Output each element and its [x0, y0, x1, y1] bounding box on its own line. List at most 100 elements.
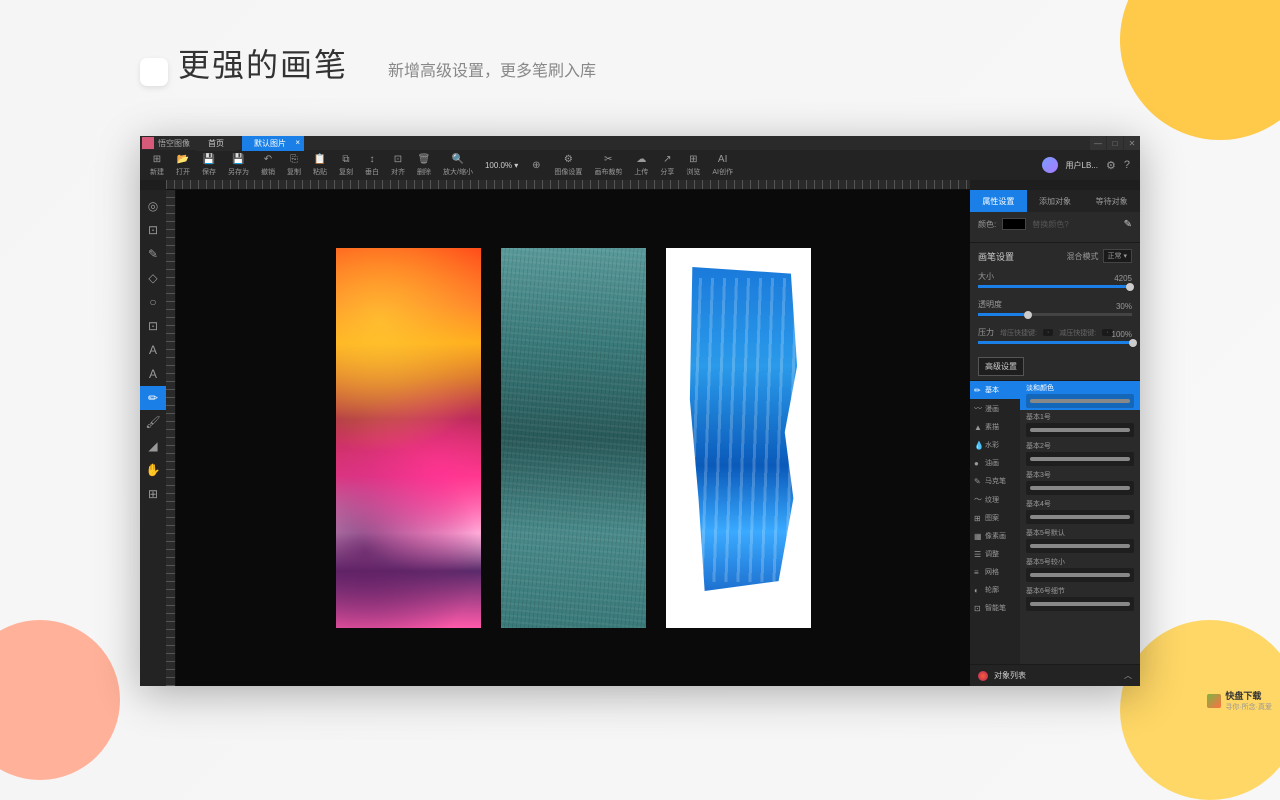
help-icon[interactable]: ?: [1124, 159, 1130, 171]
size-label: 大小: [978, 271, 1132, 282]
toolbar-分享[interactable]: ↗分享: [654, 152, 680, 178]
user-label[interactable]: 用户LB...: [1066, 160, 1098, 171]
toolbar-图像设置[interactable]: ⚙图像设置: [548, 152, 588, 178]
tool-ellipse[interactable]: ○: [140, 290, 166, 314]
pressure-dec-label: 减压快捷键:: [1059, 328, 1096, 338]
app-window: 悟空图像 首页 默认图片 × — □ ✕ ⊞新建📂打开💾保存💾另存为↶撤销⎘复制…: [140, 136, 1140, 686]
watermark-tagline: 寻你·所念·真爱: [1225, 702, 1272, 712]
canvas-area[interactable]: [176, 190, 970, 686]
brush-淡和颜色[interactable]: 淡和颜色: [1020, 381, 1140, 410]
pressure-value: 100%: [1112, 330, 1132, 339]
artwork-1[interactable]: [336, 248, 481, 628]
window-maximize[interactable]: □: [1107, 136, 1123, 150]
brush-cat-纹理[interactable]: 〜纹理: [970, 490, 1020, 509]
brush-基本1号[interactable]: 基本1号: [1020, 410, 1140, 439]
brush-基本3号[interactable]: 基本3号: [1020, 468, 1140, 497]
tool-brush[interactable]: ✏: [140, 386, 166, 410]
brush-cat-基本[interactable]: ✏基本: [970, 381, 1020, 399]
tool-hand[interactable]: ✋: [140, 458, 166, 482]
toolbar-另存为[interactable]: 💾另存为: [222, 152, 255, 178]
artwork-2[interactable]: [501, 248, 646, 628]
toolbar: ⊞新建📂打开💾保存💾另存为↶撤销⎘复制📋粘贴⧉复刻↕垂白⊡对齐🗑删除🔍放大/缩小…: [140, 150, 1140, 180]
toolbar-删除[interactable]: 🗑删除: [411, 152, 437, 178]
brush-categories: ✏基本〰漫画▲素描💧水彩●油画✎马克笔〜纹理⊞图案▦像素画☰调整≡网格◐轮廓⊡智…: [970, 381, 1020, 664]
toolbar-复制[interactable]: ⎘复制: [281, 152, 307, 178]
window-close[interactable]: ✕: [1124, 136, 1140, 150]
brush-cat-油画[interactable]: ●油画: [970, 454, 1020, 472]
opacity-label: 透明度: [978, 299, 1132, 310]
app-logo: [142, 137, 154, 149]
brush-cat-素描[interactable]: ▲素描: [970, 418, 1020, 436]
toolbar-垂白[interactable]: ↕垂白: [359, 152, 385, 178]
brush-cat-图案[interactable]: ⊞图案: [970, 509, 1020, 527]
size-value: 4205: [1114, 274, 1132, 283]
tool-select[interactable]: ⊡: [140, 218, 166, 242]
tool-gradient[interactable]: ◢: [140, 434, 166, 458]
promo-title: 更强的画笔: [178, 47, 348, 83]
advanced-settings-button[interactable]: 高级设置: [978, 357, 1024, 376]
brush-cat-漫画[interactable]: 〰漫画: [970, 399, 1020, 418]
blend-mode-select[interactable]: 正常 ▾: [1103, 249, 1132, 263]
toolbar-上传[interactable]: ☁上传: [628, 152, 654, 178]
brush-基本5号较小[interactable]: 基本5号较小: [1020, 555, 1140, 584]
panel-tab-wait[interactable]: 等待对象: [1083, 190, 1140, 212]
color-swatch[interactable]: [1002, 218, 1026, 230]
tool-crop[interactable]: ⊡: [140, 314, 166, 338]
tab-close-icon[interactable]: ×: [295, 138, 300, 147]
toolbar-画布裁剪[interactable]: ✂画布裁剪: [588, 152, 628, 178]
pressure-inc-hotkey[interactable]: ·: [1043, 329, 1053, 336]
toolbar-放大/缩小[interactable]: 🔍放大/缩小: [437, 152, 479, 178]
blend-mode-label: 混合模式: [1067, 251, 1099, 262]
pressure-inc-label: 增压快捷键:: [1000, 328, 1037, 338]
brush-cat-马克笔[interactable]: ✎马克笔: [970, 472, 1020, 490]
brush-cat-网格[interactable]: ≡网格: [970, 563, 1020, 581]
toolbar-粘贴[interactable]: 📋粘贴: [307, 152, 333, 178]
toolbar-新建[interactable]: ⊞新建: [144, 152, 170, 178]
tool-pen[interactable]: ✎: [140, 242, 166, 266]
tool-grid[interactable]: ⊞: [140, 482, 166, 506]
tab-canvas-label: 默认图片: [254, 139, 286, 148]
brush-基本5号默认[interactable]: 基本5号默认: [1020, 526, 1140, 555]
tab-canvas[interactable]: 默认图片 ×: [242, 136, 304, 151]
opacity-slider[interactable]: 30%: [978, 313, 1132, 316]
brush-基本6号细节[interactable]: 基本6号细节: [1020, 584, 1140, 613]
brush-cat-智能笔[interactable]: ⊡智能笔: [970, 599, 1020, 617]
toolbar-撤销[interactable]: ↶撤销: [255, 152, 281, 178]
toolbar-保存[interactable]: 💾保存: [196, 152, 222, 178]
toolbar-对齐[interactable]: ⊡对齐: [385, 152, 411, 178]
chevron-up-icon[interactable]: ︿: [1124, 670, 1132, 681]
brush-cat-像素画[interactable]: ▦像素画: [970, 527, 1020, 545]
tool-text2[interactable]: A: [140, 362, 166, 386]
pressure-slider[interactable]: 100%: [978, 341, 1132, 344]
eyedropper-icon[interactable]: ✎: [1124, 219, 1132, 230]
user-avatar[interactable]: [1042, 157, 1058, 173]
tool-shape[interactable]: ◇: [140, 266, 166, 290]
app-name: 悟空图像: [158, 138, 190, 149]
toolbar-item-13[interactable]: ⊕: [524, 152, 548, 178]
ruler-horizontal: [166, 180, 970, 190]
window-minimize[interactable]: —: [1090, 136, 1106, 150]
tool-paint[interactable]: 🖌: [140, 410, 166, 434]
panel-tab-properties[interactable]: 属性设置: [970, 190, 1027, 212]
object-list-header[interactable]: 对象列表 ︿: [970, 664, 1140, 686]
toolbar-复刻[interactable]: ⧉复刻: [333, 152, 359, 178]
artwork-3[interactable]: [666, 248, 811, 628]
panel-tab-add[interactable]: 添加对象: [1027, 190, 1084, 212]
toolbar-item-12[interactable]: 100.0% ▾: [479, 152, 524, 178]
brush-cat-水彩[interactable]: 💧水彩: [970, 436, 1020, 454]
toolbar-浏览[interactable]: ⊞浏览: [680, 152, 706, 178]
brush-cat-调整[interactable]: ☰调整: [970, 545, 1020, 563]
toolbar-打开[interactable]: 📂打开: [170, 152, 196, 178]
tool-pointer[interactable]: ◎: [140, 194, 166, 218]
brush-基本4号[interactable]: 基本4号: [1020, 497, 1140, 526]
promo-icon: [140, 58, 168, 86]
size-slider[interactable]: 4205: [978, 285, 1132, 288]
brush-cat-轮廓[interactable]: ◐轮廓: [970, 581, 1020, 599]
object-list-title: 对象列表: [994, 670, 1026, 681]
settings-icon[interactable]: ⚙: [1106, 159, 1116, 172]
toolbar-AI创作[interactable]: AIAI创作: [706, 152, 739, 178]
tool-text[interactable]: A: [140, 338, 166, 362]
brush-基本2号[interactable]: 基本2号: [1020, 439, 1140, 468]
tab-home[interactable]: 首页: [196, 136, 236, 151]
promo-subtitle: 新增高级设置，更多笔刷入库: [388, 57, 596, 81]
